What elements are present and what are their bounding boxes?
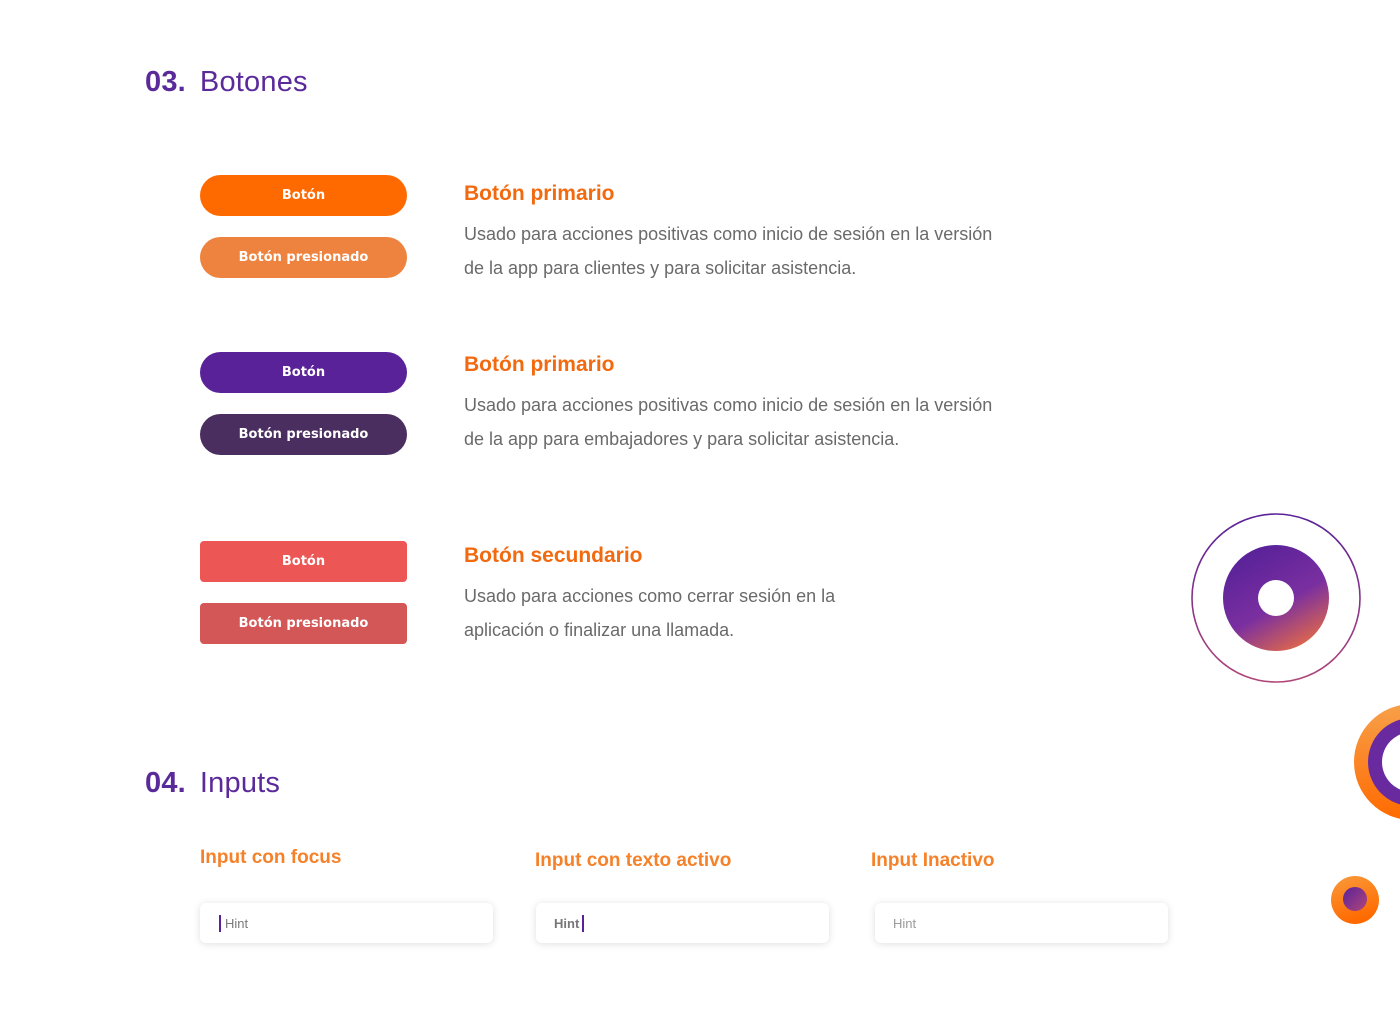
primary-purple-pressed-button[interactable]: Botón presionado <box>200 414 407 455</box>
description-line: Usado para acciones como cerrar sesión e… <box>464 586 836 606</box>
partial-ring-icon <box>1354 705 1400 819</box>
section-label: Botones <box>199 66 308 98</box>
description-line: Usado para acciones positivas como inici… <box>464 224 993 244</box>
section-number: 04. <box>145 767 186 799</box>
input-inactive-field[interactable]: Hint <box>875 903 1168 943</box>
button-description-text: Usado para acciones positivas como inici… <box>464 388 1064 456</box>
input-hint: Hint <box>225 915 249 931</box>
input-active-field[interactable]: Hint <box>536 903 829 943</box>
text-caret <box>582 914 585 932</box>
ring-logo-icon <box>1191 513 1361 683</box>
section-number: 03. <box>145 66 186 98</box>
secondary-red-button[interactable]: Botón <box>200 541 407 582</box>
description-line: de la app para embajadores y para solici… <box>464 429 900 449</box>
secondary-red-pressed-button[interactable]: Botón presionado <box>200 603 407 644</box>
button-description-title: Botón primario <box>464 353 615 376</box>
description-line: aplicación o finalizar una llamada. <box>464 620 735 640</box>
button-description-text: Usado para acciones como cerrar sesión e… <box>464 579 1064 647</box>
input-title-inactive: Input Inactivo <box>871 850 995 871</box>
primary-orange-button[interactable]: Botón <box>200 175 407 216</box>
primary-orange-pressed-button[interactable]: Botón presionado <box>200 237 407 278</box>
input-focus-field[interactable]: Hint <box>200 903 493 943</box>
section-title-buttons: 03. Botones <box>145 66 308 99</box>
input-title-active: Input con texto activo <box>535 850 732 871</box>
text-caret <box>219 914 221 932</box>
primary-purple-button[interactable]: Botón <box>200 352 407 393</box>
button-description-title: Botón secundario <box>464 544 643 567</box>
button-description-title: Botón primario <box>464 182 615 205</box>
input-hint: Hint <box>554 915 580 931</box>
input-hint: Hint <box>893 915 917 931</box>
description-line: de la app para clientes y para solicitar… <box>464 258 857 278</box>
section-label: Inputs <box>199 767 281 799</box>
section-title-inputs: 04. Inputs <box>145 767 280 800</box>
button-description-text: Usado para acciones positivas como inici… <box>464 217 1064 285</box>
description-line: Usado para acciones positivas como inici… <box>464 395 993 415</box>
small-ring-logo-icon <box>1331 876 1379 924</box>
input-title-focus: Input con focus <box>200 847 342 868</box>
